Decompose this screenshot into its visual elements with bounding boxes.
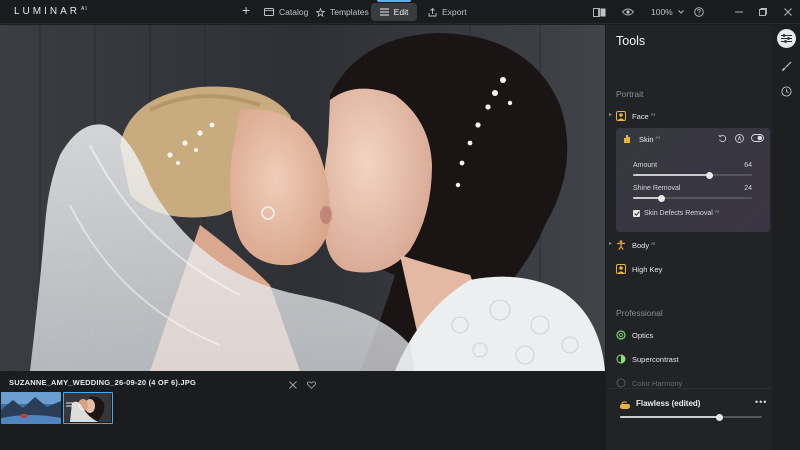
tools-panel: Tools Portrait ▸ Face AI Skin AI Amount 64: [606, 25, 776, 450]
tool-optics[interactable]: Optics: [616, 328, 653, 342]
reset-icon[interactable]: [718, 134, 727, 143]
section-portrait: Portrait: [616, 89, 644, 99]
compare-button[interactable]: [593, 5, 606, 19]
nav-catalog[interactable]: Catalog: [264, 3, 308, 21]
preset-bar: Flawless (edited) •••: [606, 388, 772, 428]
skin-defects-checkbox[interactable]: [633, 210, 640, 217]
help-icon[interactable]: [694, 5, 704, 19]
skin-tool-card: Skin AI Amount 64 Shine Removal 24 Skin D…: [616, 128, 770, 232]
shine-removal-slider-handle[interactable]: [658, 194, 666, 202]
tool-skin[interactable]: Skin AI: [616, 128, 770, 150]
ai-mask-icon[interactable]: [735, 134, 744, 143]
amount-label: Amount: [633, 162, 658, 169]
sliders-icon: [379, 8, 389, 16]
photo-filename: SUZANNE_AMY_WEDDING_26-09-20 (4 OF 6).JP…: [9, 378, 196, 387]
skin-defects-checkbox-row[interactable]: Skin Defects Removal AI: [633, 209, 719, 217]
optics-icon: [616, 330, 626, 340]
expand-caret-icon[interactable]: ▸: [609, 111, 612, 118]
icon-rail: [772, 25, 800, 450]
visibility-toggle[interactable]: [751, 134, 764, 142]
close-icon[interactable]: [289, 376, 297, 394]
preset-slider-handle[interactable]: [715, 413, 723, 421]
high-key-icon: [616, 264, 626, 274]
wedding-photo: [0, 25, 605, 371]
amount-slider[interactable]: [633, 171, 752, 179]
filmstrip: SUZANNE_AMY_WEDDING_26-09-20 (4 OF 6).JP…: [0, 371, 605, 450]
skin-icon: [622, 134, 632, 144]
sliders-icon: [781, 34, 792, 43]
heart-icon[interactable]: [307, 376, 316, 394]
shine-removal-label: Shine Removal: [633, 185, 681, 192]
templates-icon: [316, 7, 325, 17]
eye-icon[interactable]: [622, 5, 634, 19]
history-icon[interactable]: [777, 82, 796, 101]
top-bar: LUMINARAI + Catalog Templates Edit Expor…: [0, 0, 800, 24]
app-logo: LUMINARAI: [14, 6, 88, 17]
body-icon: [616, 240, 626, 250]
section-professional: Professional: [616, 308, 663, 318]
filmstrip-thumbnail[interactable]: [1, 392, 61, 424]
amount-slider-fill: [633, 174, 710, 176]
expand-caret-icon[interactable]: ▸: [609, 240, 612, 247]
amount-value: 64: [744, 162, 752, 169]
close-window-button[interactable]: [784, 5, 792, 19]
active-tab-indicator: [377, 0, 411, 2]
catalog-icon: [264, 8, 274, 16]
preset-name: Flawless (edited): [636, 399, 701, 408]
add-button[interactable]: +: [242, 1, 250, 19]
tool-body[interactable]: Body AI: [616, 238, 655, 252]
maximize-window-button[interactable]: [759, 5, 767, 19]
photo-canvas[interactable]: [0, 25, 605, 371]
zoom-select[interactable]: 100%: [651, 5, 684, 19]
shine-removal-slider[interactable]: [633, 194, 752, 202]
preset-slider-fill: [620, 416, 720, 418]
supercontrast-icon: [616, 354, 626, 364]
preset-amount-slider[interactable]: [620, 413, 762, 421]
more-options-button[interactable]: •••: [755, 397, 767, 407]
chevron-down-icon: [677, 10, 684, 14]
panel-title: Tools: [616, 34, 646, 48]
preset-hand-icon: [619, 398, 631, 416]
color-harmony-icon: [616, 378, 626, 388]
brush-icon[interactable]: [777, 57, 796, 76]
nav-templates[interactable]: Templates: [316, 3, 369, 21]
shine-removal-value: 24: [744, 185, 752, 192]
minimize-window-button[interactable]: [735, 5, 743, 19]
nav-edit[interactable]: Edit: [371, 3, 417, 21]
amount-slider-handle[interactable]: [705, 171, 713, 179]
nav-export[interactable]: Export: [428, 3, 467, 21]
edited-badge-icon: [66, 394, 73, 412]
landscape-thumbnail: [1, 392, 61, 424]
tool-supercontrast[interactable]: Supercontrast: [616, 352, 679, 366]
face-icon: [616, 111, 626, 121]
filmstrip-thumbnail-selected[interactable]: [63, 392, 113, 424]
export-icon: [428, 7, 437, 17]
tools-tab-button[interactable]: [777, 29, 796, 48]
tool-high-key[interactable]: High Key: [616, 262, 662, 276]
tool-face[interactable]: Face AI: [616, 109, 655, 123]
